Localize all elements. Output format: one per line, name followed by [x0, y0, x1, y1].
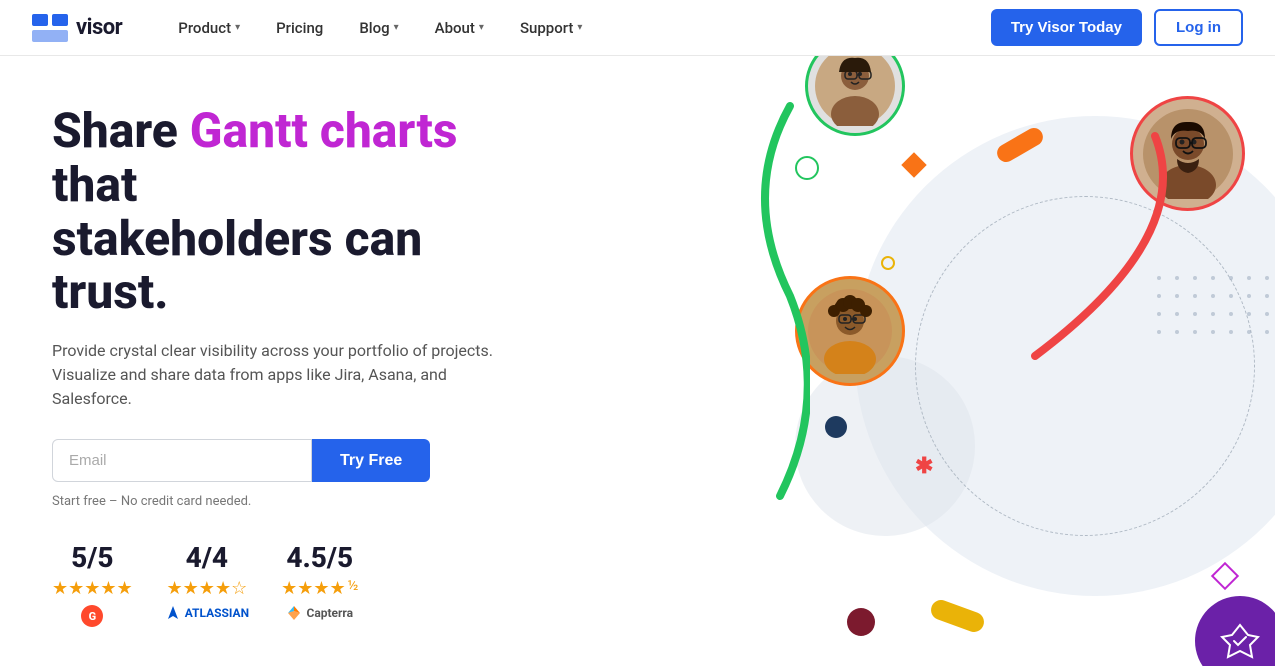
- capterra-stars: ★★★★½: [281, 578, 358, 599]
- headline-gantt: Gantt charts: [190, 102, 458, 159]
- g2-brand: G: [81, 605, 103, 627]
- main-content: Share Gantt charts thatstakeholders can …: [0, 56, 1275, 666]
- avatar-center: [795, 276, 905, 386]
- rating-capterra: 4.5/5 ★★★★½ Capterra: [281, 541, 358, 621]
- atlassian-icon: [165, 605, 181, 621]
- nav-actions: Try Visor Today Log in: [991, 9, 1243, 46]
- headline-part2: thatstakeholders can trust.: [52, 156, 422, 321]
- nav-item-product[interactable]: Product ▾: [162, 11, 256, 45]
- atlassian-stars: ★★★★☆: [167, 578, 248, 599]
- no-cc-text: Start free – No credit card needed.: [52, 494, 520, 509]
- capterra-score: 4.5/5: [286, 541, 353, 574]
- logo[interactable]: visor: [32, 14, 122, 42]
- chevron-down-icon: ▾: [235, 22, 240, 33]
- logo-text: visor: [76, 15, 122, 40]
- maroon-circle: [847, 608, 875, 636]
- logo-icon: [32, 14, 68, 42]
- email-input[interactable]: [52, 439, 312, 482]
- capterra-brand: Capterra: [286, 605, 353, 621]
- avatar-top-image: [815, 56, 895, 126]
- nav-links: Product ▾ Pricing Blog ▾ About ▾ Support…: [162, 11, 991, 45]
- ratings-row: 5/5 ★★★★★ G 4/4 ★★★★☆ ATLASSIAN 4.5: [52, 541, 520, 627]
- circle-outline-yellow: [881, 256, 895, 270]
- capterra-icon: [286, 605, 302, 621]
- avatar-top: [805, 56, 905, 136]
- atlassian-brand: ATLASSIAN: [165, 605, 249, 621]
- hero-subheadline: Provide crystal clear visibility across …: [52, 339, 520, 411]
- nav-item-support[interactable]: Support ▾: [504, 11, 599, 45]
- yellow-pill: [928, 597, 987, 635]
- diamond-outline: [1211, 562, 1239, 590]
- orange-diamond: [901, 152, 926, 177]
- purple-badge-circle: [1195, 596, 1275, 666]
- nav-item-about[interactable]: About ▾: [419, 11, 500, 45]
- atlassian-score: 4/4: [186, 541, 228, 574]
- headline-part1: Share: [52, 102, 190, 159]
- badge-icon: [1220, 621, 1260, 661]
- nav-item-pricing[interactable]: Pricing: [260, 11, 339, 45]
- cta-row: Try Free: [52, 439, 520, 482]
- rating-g2: 5/5 ★★★★★ G: [52, 541, 133, 627]
- red-arc: [995, 116, 1175, 376]
- avatar-center-image: [808, 289, 893, 374]
- try-visor-today-button[interactable]: Try Visor Today: [991, 9, 1142, 46]
- navbar: visor Product ▾ Pricing Blog ▾ About ▾ S…: [0, 0, 1275, 56]
- g2-stars: ★★★★★: [52, 578, 133, 599]
- g2-icon: G: [81, 605, 103, 627]
- dark-circle: [825, 416, 847, 438]
- hero-left: Share Gantt charts thatstakeholders can …: [0, 56, 560, 666]
- try-free-button[interactable]: Try Free: [312, 439, 430, 482]
- green-curve: [730, 96, 810, 516]
- hero-decoration: ✱: [515, 56, 1275, 666]
- chevron-down-icon: ▾: [394, 22, 399, 33]
- dots-grid: [1157, 276, 1275, 340]
- login-button[interactable]: Log in: [1154, 9, 1243, 46]
- chevron-down-icon: ▾: [479, 22, 484, 33]
- rating-atlassian: 4/4 ★★★★☆ ATLASSIAN: [165, 541, 249, 621]
- chevron-down-icon: ▾: [577, 22, 582, 33]
- hero-headline: Share Gantt charts thatstakeholders can …: [52, 104, 520, 319]
- asterisk-red: ✱: [915, 456, 933, 478]
- nav-item-blog[interactable]: Blog ▾: [343, 11, 414, 45]
- g2-score: 5/5: [71, 541, 113, 574]
